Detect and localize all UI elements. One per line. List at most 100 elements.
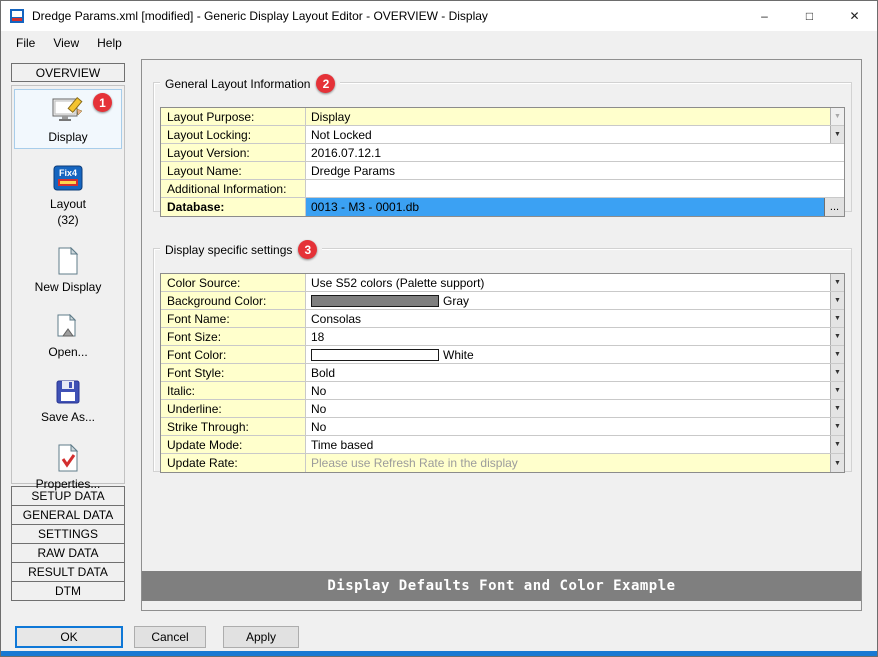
sidebar-item-raw-data[interactable]: RAW DATA bbox=[11, 543, 125, 563]
dropdown-arrow-icon[interactable]: ▼ bbox=[830, 454, 844, 472]
ok-button[interactable]: OK bbox=[15, 626, 123, 648]
row-label: Color Source: bbox=[161, 274, 306, 291]
main-panel: General Layout Information 2 Layout Purp… bbox=[141, 59, 862, 611]
window-title: Dredge Params.xml [modified] - Generic D… bbox=[32, 9, 488, 23]
dropdown-arrow-icon[interactable]: ▼ bbox=[830, 274, 844, 291]
row-label: Font Size: bbox=[161, 328, 306, 345]
additional-information-value[interactable] bbox=[306, 180, 844, 197]
menu-view[interactable]: View bbox=[44, 33, 88, 53]
dropdown-arrow-icon[interactable]: ▼ bbox=[830, 292, 844, 309]
row-font-name: Font Name: Consolas ▼ bbox=[161, 310, 844, 328]
row-label: Strike Through: bbox=[161, 418, 306, 435]
app-icon bbox=[9, 8, 25, 24]
update-mode-value[interactable]: Time based ▼ bbox=[306, 436, 844, 453]
general-layout-title: General Layout Information 2 bbox=[160, 74, 340, 93]
row-label: Background Color: bbox=[161, 292, 306, 309]
tool-save-as[interactable]: Save As... bbox=[14, 373, 122, 429]
layout-locking-value[interactable]: Not Locked ▼ bbox=[306, 126, 844, 143]
close-button[interactable]: ✕ bbox=[832, 1, 877, 31]
dropdown-arrow-icon[interactable]: ▼ bbox=[830, 364, 844, 381]
apply-button[interactable]: Apply bbox=[223, 626, 299, 648]
row-label: Layout Name: bbox=[161, 162, 306, 179]
font-size-value[interactable]: 18 ▼ bbox=[306, 328, 844, 345]
sidebar-item-result-data[interactable]: RESULT DATA bbox=[11, 562, 125, 582]
row-update-rate: Update Rate: Please use Refresh Rate in … bbox=[161, 454, 844, 472]
tool-open[interactable]: Open... bbox=[14, 308, 122, 364]
tool-properties[interactable]: Properties... bbox=[14, 438, 122, 496]
row-label: Layout Version: bbox=[161, 144, 306, 161]
row-label: Font Color: bbox=[161, 346, 306, 363]
background-color-swatch bbox=[311, 295, 439, 307]
general-layout-group: General Layout Information 2 Layout Purp… bbox=[153, 82, 852, 212]
tool-new-display[interactable]: New Display bbox=[14, 241, 122, 299]
font-style-value[interactable]: Bold ▼ bbox=[306, 364, 844, 381]
sidebar-item-general-data[interactable]: GENERAL DATA bbox=[11, 505, 125, 525]
menu-file[interactable]: File bbox=[7, 33, 44, 53]
tool-display-label: Display bbox=[48, 131, 87, 144]
row-label: Italic: bbox=[161, 382, 306, 399]
cancel-button[interactable]: Cancel bbox=[134, 626, 206, 648]
tool-properties-label: Properties... bbox=[36, 478, 101, 491]
color-source-value[interactable]: Use S52 colors (Palette support) ▼ bbox=[306, 274, 844, 291]
footer-buttons: OK Cancel Apply bbox=[15, 626, 299, 648]
row-font-size: Font Size: 18 ▼ bbox=[161, 328, 844, 346]
dropdown-arrow-icon[interactable]: ▼ bbox=[830, 436, 844, 453]
fix4-layout-icon: Fix4 bbox=[51, 164, 85, 195]
underline-value[interactable]: No ▼ bbox=[306, 400, 844, 417]
row-label: Additional Information: bbox=[161, 180, 306, 197]
layout-purpose-value[interactable]: Display ▼ bbox=[306, 108, 844, 125]
dropdown-arrow-icon[interactable]: ▼ bbox=[830, 126, 844, 143]
tool-new-display-label: New Display bbox=[35, 281, 102, 294]
display-settings-group: Display specific settings 3 Color Source… bbox=[153, 248, 852, 472]
tool-layout[interactable]: Fix4 Layout (32) bbox=[14, 158, 122, 232]
row-database: Database: 0013 - M3 - 0001.db ... bbox=[161, 198, 844, 216]
menu-bar: File View Help bbox=[1, 31, 877, 54]
save-as-icon bbox=[55, 379, 81, 408]
font-color-value[interactable]: White ▼ bbox=[306, 346, 844, 363]
display-settings-table: Color Source: Use S52 colors (Palette su… bbox=[160, 273, 845, 473]
app-window: Dredge Params.xml [modified] - Generic D… bbox=[0, 0, 878, 657]
row-label: Database: bbox=[161, 198, 306, 216]
row-color-source: Color Source: Use S52 colors (Palette su… bbox=[161, 274, 844, 292]
row-background-color: Background Color: Gray ▼ bbox=[161, 292, 844, 310]
background-color-value[interactable]: Gray ▼ bbox=[306, 292, 844, 309]
dropdown-arrow-icon[interactable]: ▼ bbox=[830, 382, 844, 399]
browse-button[interactable]: ... bbox=[824, 198, 844, 216]
dropdown-arrow-icon[interactable]: ▼ bbox=[830, 400, 844, 417]
dropdown-arrow-icon[interactable]: ▼ bbox=[830, 418, 844, 435]
sidebar-item-settings[interactable]: SETTINGS bbox=[11, 524, 125, 544]
italic-value[interactable]: No ▼ bbox=[306, 382, 844, 399]
row-layout-locking: Layout Locking: Not Locked ▼ bbox=[161, 126, 844, 144]
strike-through-value[interactable]: No ▼ bbox=[306, 418, 844, 435]
tool-layout-count: (32) bbox=[57, 214, 78, 227]
overview-button[interactable]: OVERVIEW bbox=[11, 63, 125, 82]
properties-check-icon bbox=[56, 444, 80, 475]
display-edit-icon bbox=[51, 95, 85, 128]
dropdown-arrow-icon[interactable]: ▼ bbox=[830, 108, 844, 125]
dropdown-arrow-icon[interactable]: ▼ bbox=[830, 310, 844, 327]
menu-help[interactable]: Help bbox=[88, 33, 131, 53]
row-label: Layout Locking: bbox=[161, 126, 306, 143]
update-rate-value[interactable]: Please use Refresh Rate in the display ▼ bbox=[306, 454, 844, 472]
font-name-value[interactable]: Consolas ▼ bbox=[306, 310, 844, 327]
row-label: Underline: bbox=[161, 400, 306, 417]
layout-name-value[interactable]: Dredge Params bbox=[306, 162, 844, 179]
tool-display[interactable]: Display 1 bbox=[14, 89, 122, 149]
layout-version-value[interactable]: 2016.07.12.1 bbox=[306, 144, 844, 161]
tool-panel: Display 1 Fix4 Layout (32) bbox=[11, 85, 125, 484]
row-additional-information: Additional Information: bbox=[161, 180, 844, 198]
tool-open-label: Open... bbox=[48, 346, 87, 359]
svg-text:Fix4: Fix4 bbox=[59, 168, 77, 178]
database-value[interactable]: 0013 - M3 - 0001.db ... bbox=[306, 198, 844, 216]
row-strike-through: Strike Through: No ▼ bbox=[161, 418, 844, 436]
row-font-color: Font Color: White ▼ bbox=[161, 346, 844, 364]
maximize-button[interactable]: □ bbox=[787, 1, 832, 31]
dropdown-arrow-icon[interactable]: ▼ bbox=[830, 346, 844, 363]
row-label: Update Rate: bbox=[161, 454, 306, 472]
annotation-badge-1: 1 bbox=[93, 93, 112, 112]
minimize-button[interactable]: – bbox=[742, 1, 787, 31]
general-layout-table: Layout Purpose: Display ▼ Layout Locking… bbox=[160, 107, 845, 217]
sidebar-item-dtm[interactable]: DTM bbox=[11, 581, 125, 601]
row-layout-version: Layout Version: 2016.07.12.1 bbox=[161, 144, 844, 162]
dropdown-arrow-icon[interactable]: ▼ bbox=[830, 328, 844, 345]
